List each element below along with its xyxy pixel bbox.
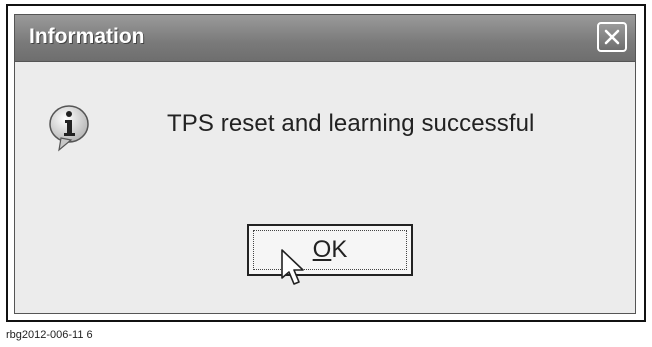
dialog-message: TPS reset and learning successful xyxy=(167,110,535,137)
title-bar[interactable]: Information xyxy=(15,15,635,62)
close-icon xyxy=(604,29,620,45)
information-dialog: Information TPS reset and learning succe… xyxy=(14,14,636,314)
close-button[interactable] xyxy=(597,22,627,52)
dialog-body: TPS reset and learning successful OK xyxy=(15,62,635,313)
mouse-pointer-icon xyxy=(281,249,304,285)
ok-button[interactable]: OK xyxy=(247,224,413,276)
ok-mnemonic: O xyxy=(312,236,332,263)
dialog-title: Information xyxy=(29,25,145,48)
ok-button-focus-rect: OK xyxy=(253,230,407,270)
figure-caption: rbg2012-006-11 6 xyxy=(6,329,93,341)
info-icon xyxy=(49,105,89,152)
ok-label-rest: K xyxy=(331,236,348,263)
